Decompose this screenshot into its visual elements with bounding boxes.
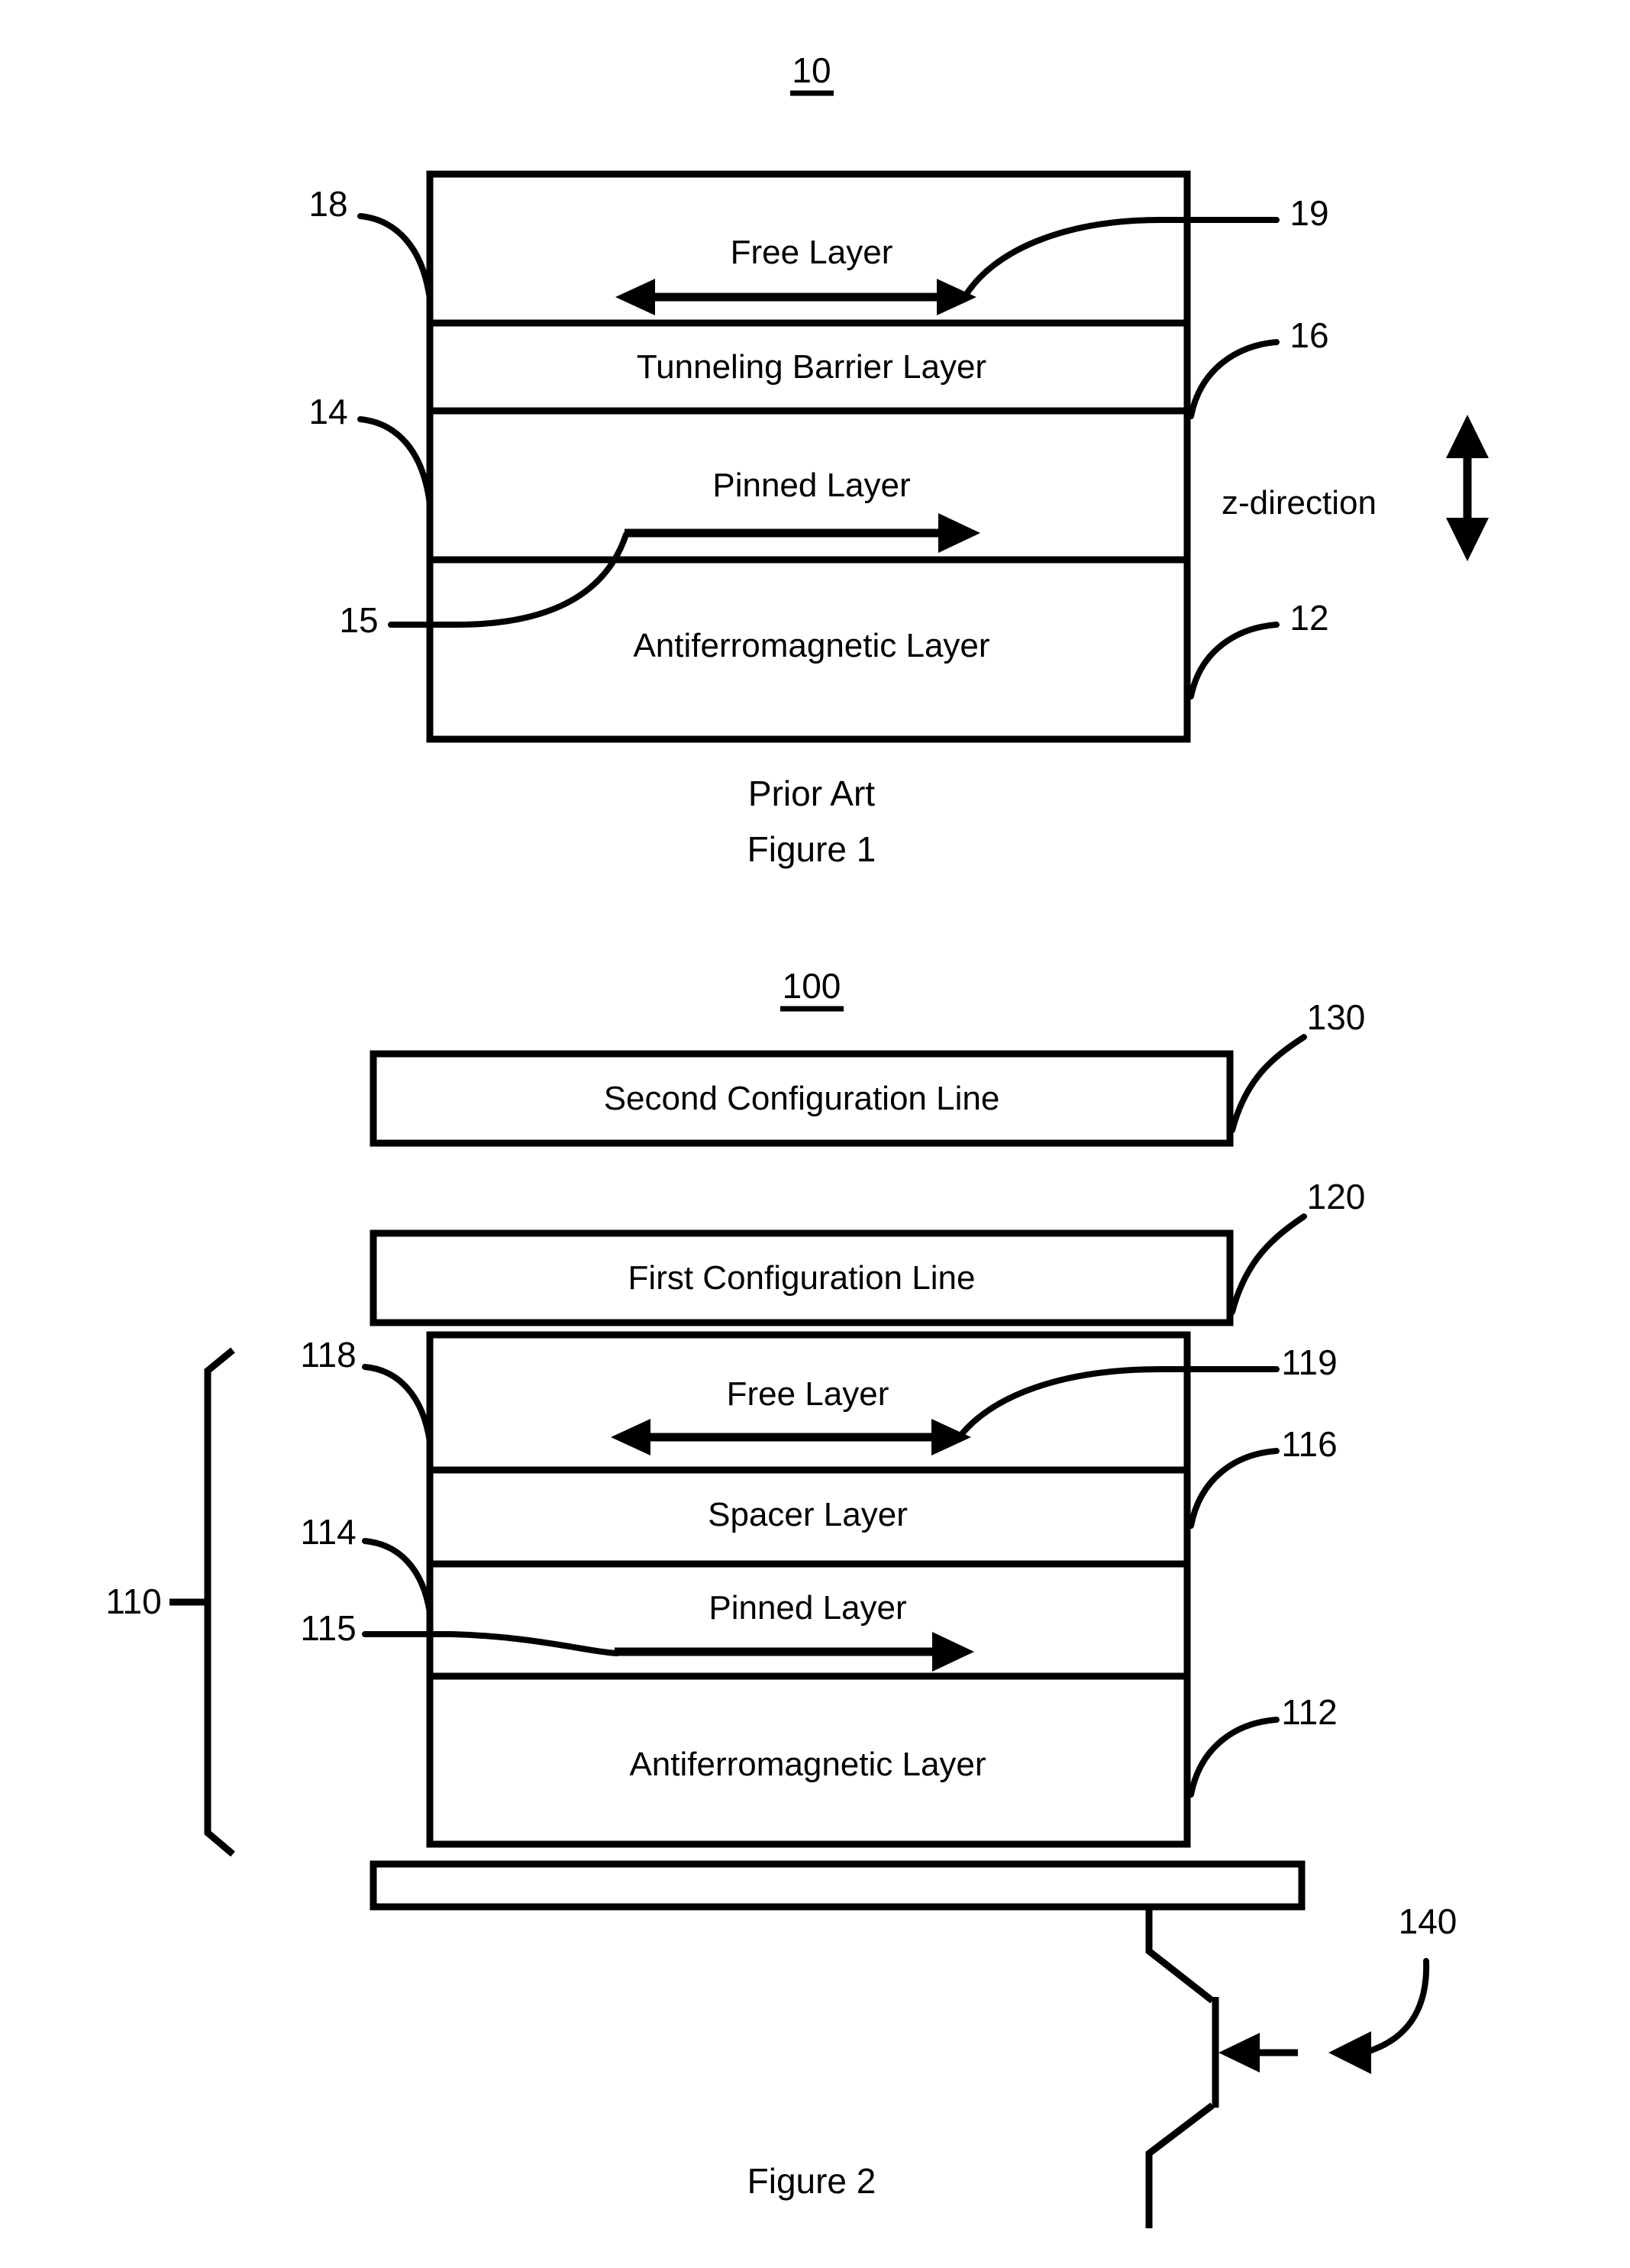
figure-2-number: 100 (783, 966, 841, 1006)
fig2-pinned-layer-arrow (615, 1632, 974, 1672)
fig2-transistor-base-arrowhead (1218, 2033, 1260, 2073)
fig2-leader-112 (1188, 1717, 1280, 1798)
fig2-antiferromagnetic-layer-label: Antiferromagnetic Layer (629, 1746, 986, 1783)
fig2-leader-118 (362, 1364, 433, 1445)
fig1-ref-19: 19 (1289, 193, 1328, 233)
fig2-ref-130: 130 (1307, 997, 1366, 1037)
fig2-ref-119: 119 (1281, 1342, 1337, 1382)
fig2-ref-115: 115 (300, 1608, 356, 1648)
fig2-second-configuration-line-label: Second Configuration Line (604, 1080, 1000, 1117)
fig2-stack-bracket (204, 1347, 235, 1857)
fig2-leader-120 (1229, 1213, 1307, 1315)
fig2-transistor-symbol (1145, 1907, 1298, 2228)
fig2-ref-112: 112 (1281, 1692, 1337, 1732)
figure-1-number: 10 (792, 50, 831, 90)
fig2-free-layer-arrow (611, 1419, 971, 1455)
fig2-ref-114: 114 (300, 1512, 356, 1552)
fig2-ref-120: 120 (1307, 1177, 1366, 1216)
fig2-ref-140: 140 (1399, 1901, 1457, 1941)
fig1-ref-18: 18 (308, 184, 347, 224)
fig1-leader-16 (1188, 339, 1280, 419)
figure-1-group: 10 Free Layer Tunneling Barrier Layer Pi… (308, 50, 1489, 869)
fig2-leader-116 (1188, 1448, 1280, 1529)
fig2-bottom-electrode-bar (370, 1860, 1306, 1911)
fig2-leader-119 (957, 1366, 1280, 1439)
fig1-leader-12 (1188, 622, 1280, 699)
fig2-caption-figure: Figure 2 (747, 2161, 876, 2201)
fig1-tunneling-barrier-layer-label: Tunneling Barrier Layer (637, 348, 986, 386)
fig1-pinned-layer-arrow (625, 513, 980, 553)
fig1-free-layer-arrow (615, 279, 976, 315)
fig2-leader-140-arrowhead (1328, 2031, 1371, 2074)
patent-drawing-sheet: 10 Free Layer Tunneling Barrier Layer Pi… (0, 0, 1630, 2268)
fig2-free-layer-label: Free Layer (727, 1375, 889, 1413)
fig2-leader-140 (1364, 1958, 1430, 2055)
fig2-pinned-layer-label: Pinned Layer (708, 1589, 906, 1627)
fig2-ref-110: 110 (105, 1581, 161, 1621)
fig2-leader-115 (362, 1631, 620, 1656)
fig1-antiferromagnetic-layer-label: Antiferromagnetic Layer (633, 627, 989, 664)
fig1-leader-14 (357, 416, 433, 507)
fig1-ref-14: 14 (308, 392, 347, 431)
fig1-z-direction-arrow-icon (1446, 415, 1489, 561)
fig2-transistor-emitter-wire (1145, 2102, 1215, 2228)
fig2-ref-116: 116 (1281, 1424, 1337, 1464)
fig2-first-configuration-line-label: First Configuration Line (628, 1259, 976, 1297)
fig1-leader-15 (388, 531, 629, 628)
fig1-caption-prior-art: Prior Art (748, 774, 875, 813)
fig1-ref-16: 16 (1289, 315, 1328, 355)
fig1-pinned-layer-label: Pinned Layer (712, 467, 910, 504)
figure-2-group: 100 Second Configuration Line 130 First … (105, 966, 1457, 2228)
fig1-leader-19 (962, 217, 1280, 299)
fig2-leader-130 (1229, 1034, 1307, 1133)
fig1-leader-18 (357, 213, 433, 302)
fig1-z-direction-label: z-direction (1222, 484, 1377, 522)
fig2-ref-118: 118 (300, 1335, 356, 1375)
fig2-spacer-layer-label: Spacer Layer (708, 1496, 908, 1533)
fig1-ref-12: 12 (1289, 598, 1328, 638)
fig2-leader-114 (362, 1538, 433, 1616)
fig1-caption-figure: Figure 1 (747, 829, 876, 869)
fig1-ref-15: 15 (339, 600, 378, 640)
fig1-free-layer-label: Free Layer (731, 234, 893, 271)
fig2-transistor-collector-wire (1145, 1907, 1215, 2004)
